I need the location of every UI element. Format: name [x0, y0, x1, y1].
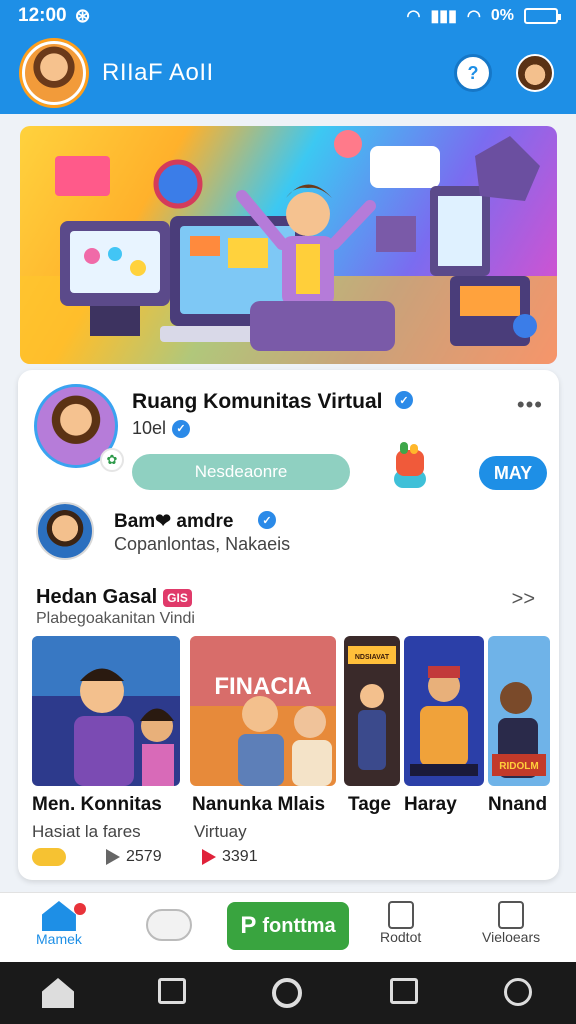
hero-banner[interactable]: [20, 126, 557, 364]
section-badge: GIS: [163, 588, 192, 607]
battery-icon: [524, 8, 561, 24]
play-count: 3391: [222, 848, 258, 865]
play-icon: [202, 849, 216, 865]
community-subtitle: 10el ✓: [132, 418, 191, 439]
header-avatar[interactable]: [22, 41, 86, 105]
section-more-arrow[interactable]: >>: [512, 588, 535, 611]
section-title: Hedan Gasal GIS: [36, 586, 192, 609]
heart-icon: [32, 848, 66, 866]
chat-button[interactable]: ?: [454, 54, 492, 92]
like-icon: [106, 849, 120, 865]
video-title-5[interactable]: Nnand: [488, 794, 547, 816]
promo-prefix: P: [240, 912, 257, 939]
app-title: RIIaF AoII: [102, 59, 214, 86]
app-header: RIIaF AoII ?: [0, 32, 576, 114]
video-thumbnail-2-image: FINACIA: [190, 636, 336, 786]
signal-icon: ▮▮▮: [430, 8, 457, 25]
video-thumbnail-5[interactable]: RIDOLM: [488, 636, 550, 786]
verified-icon: ✓: [395, 391, 413, 409]
nav-item-rocket[interactable]: Rodtot: [380, 901, 421, 945]
video-title-2[interactable]: Nanunka Mlais: [192, 794, 325, 816]
video-thumbnail-4[interactable]: [404, 636, 484, 786]
home-icon: [41, 901, 76, 931]
system-back-icon[interactable]: [390, 978, 418, 1004]
video-title-1[interactable]: Men. Konnitas: [32, 794, 162, 816]
system-assistant-icon[interactable]: [272, 978, 302, 1008]
community-secondary-button[interactable]: MAY: [479, 456, 547, 490]
system-recent-icon[interactable]: [158, 978, 186, 1004]
video-subtitle-2: Virtuay: [194, 822, 247, 841]
like-count: 2579: [126, 848, 162, 865]
nav-item-videos[interactable]: Vieloears: [482, 901, 540, 945]
video-thumbnail-2[interactable]: FINACIA: [190, 636, 336, 786]
status-bar: 12:00 ⊛ ◠ ▮▮▮ ◠ 0%: [0, 0, 576, 32]
gamepad-icon: ⊛: [74, 5, 91, 27]
status-time: 12:00: [18, 5, 67, 26]
video-thumbnail-5-image: RIDOLM: [488, 636, 550, 786]
thumbnail-5-overlay-text: RIDOLM: [499, 761, 538, 772]
wifi-icon: ◠: [406, 8, 421, 25]
video-subtitle-1: Hasiat la fares: [32, 822, 141, 841]
nav-item-cloud[interactable]: [146, 909, 192, 941]
system-profile-icon[interactable]: [504, 978, 532, 1006]
cloud-icon: [146, 909, 192, 941]
banner-illustration: [20, 130, 557, 364]
user-verified-icon: ✓: [258, 511, 276, 529]
system-navigation: [0, 962, 576, 1024]
section-title-text: Hedan Gasal: [36, 586, 158, 608]
stat-likes[interactable]: 2579: [106, 848, 162, 866]
rocket-icon: [387, 901, 414, 929]
community-name[interactable]: Ruang Komunitas Virtual: [132, 390, 382, 414]
community-subtitle-text: 10el: [132, 418, 167, 438]
video-thumbnail-3[interactable]: NDSIAVAT: [344, 636, 400, 786]
promo-label: fonttma: [262, 914, 336, 937]
section-subtitle: Plabegoakanitan Vindi: [36, 610, 195, 627]
verified-small-icon: ✓: [172, 419, 191, 438]
system-home-icon[interactable]: [42, 978, 74, 1008]
more-options-icon[interactable]: •••: [517, 392, 543, 418]
stat-hearts[interactable]: [32, 848, 66, 866]
sticker-icon: [394, 442, 426, 488]
battery-percent: 0%: [490, 7, 514, 24]
nav-videos-label: Vieloears: [482, 929, 541, 945]
community-card: ✿ Ruang Komunitas Virtual ✓ ••• 10el ✓ N…: [18, 370, 559, 880]
user-name[interactable]: Bam❤ amdre: [114, 510, 233, 533]
community-primary-button[interactable]: Nesdeaonre: [132, 454, 350, 490]
thumbnail-3-overlay-text: NDSIAVAT: [355, 654, 390, 661]
user-subtitle: Copanlontas, Nakaeis: [114, 534, 291, 554]
promo-button[interactable]: P fonttma: [227, 902, 349, 950]
nav-home-label: Mamek: [36, 931, 82, 947]
nav-rocket-label: Rodtot: [380, 929, 422, 945]
notification-dot: [74, 903, 86, 915]
video-title-4[interactable]: Haray: [404, 794, 457, 816]
video-thumbnail-3-image: NDSIAVAT: [344, 636, 400, 786]
profile-avatar[interactable]: [516, 54, 554, 92]
leaf-badge-icon: ✿: [100, 448, 124, 472]
user-avatar[interactable]: [36, 502, 94, 560]
video-thumbnail-1[interactable]: [32, 636, 180, 786]
video-thumbnail-1-image: [32, 636, 180, 786]
thumbnail-2-overlay-text: FINACIA: [214, 673, 311, 700]
chat-icon: ?: [467, 62, 479, 83]
stat-plays[interactable]: 3391: [202, 848, 258, 866]
video-title-3[interactable]: Tage: [348, 794, 391, 816]
wifi-secondary-icon: ◠: [466, 8, 481, 25]
video-thumbnail-4-image: [404, 636, 484, 786]
videos-icon: [498, 901, 525, 929]
